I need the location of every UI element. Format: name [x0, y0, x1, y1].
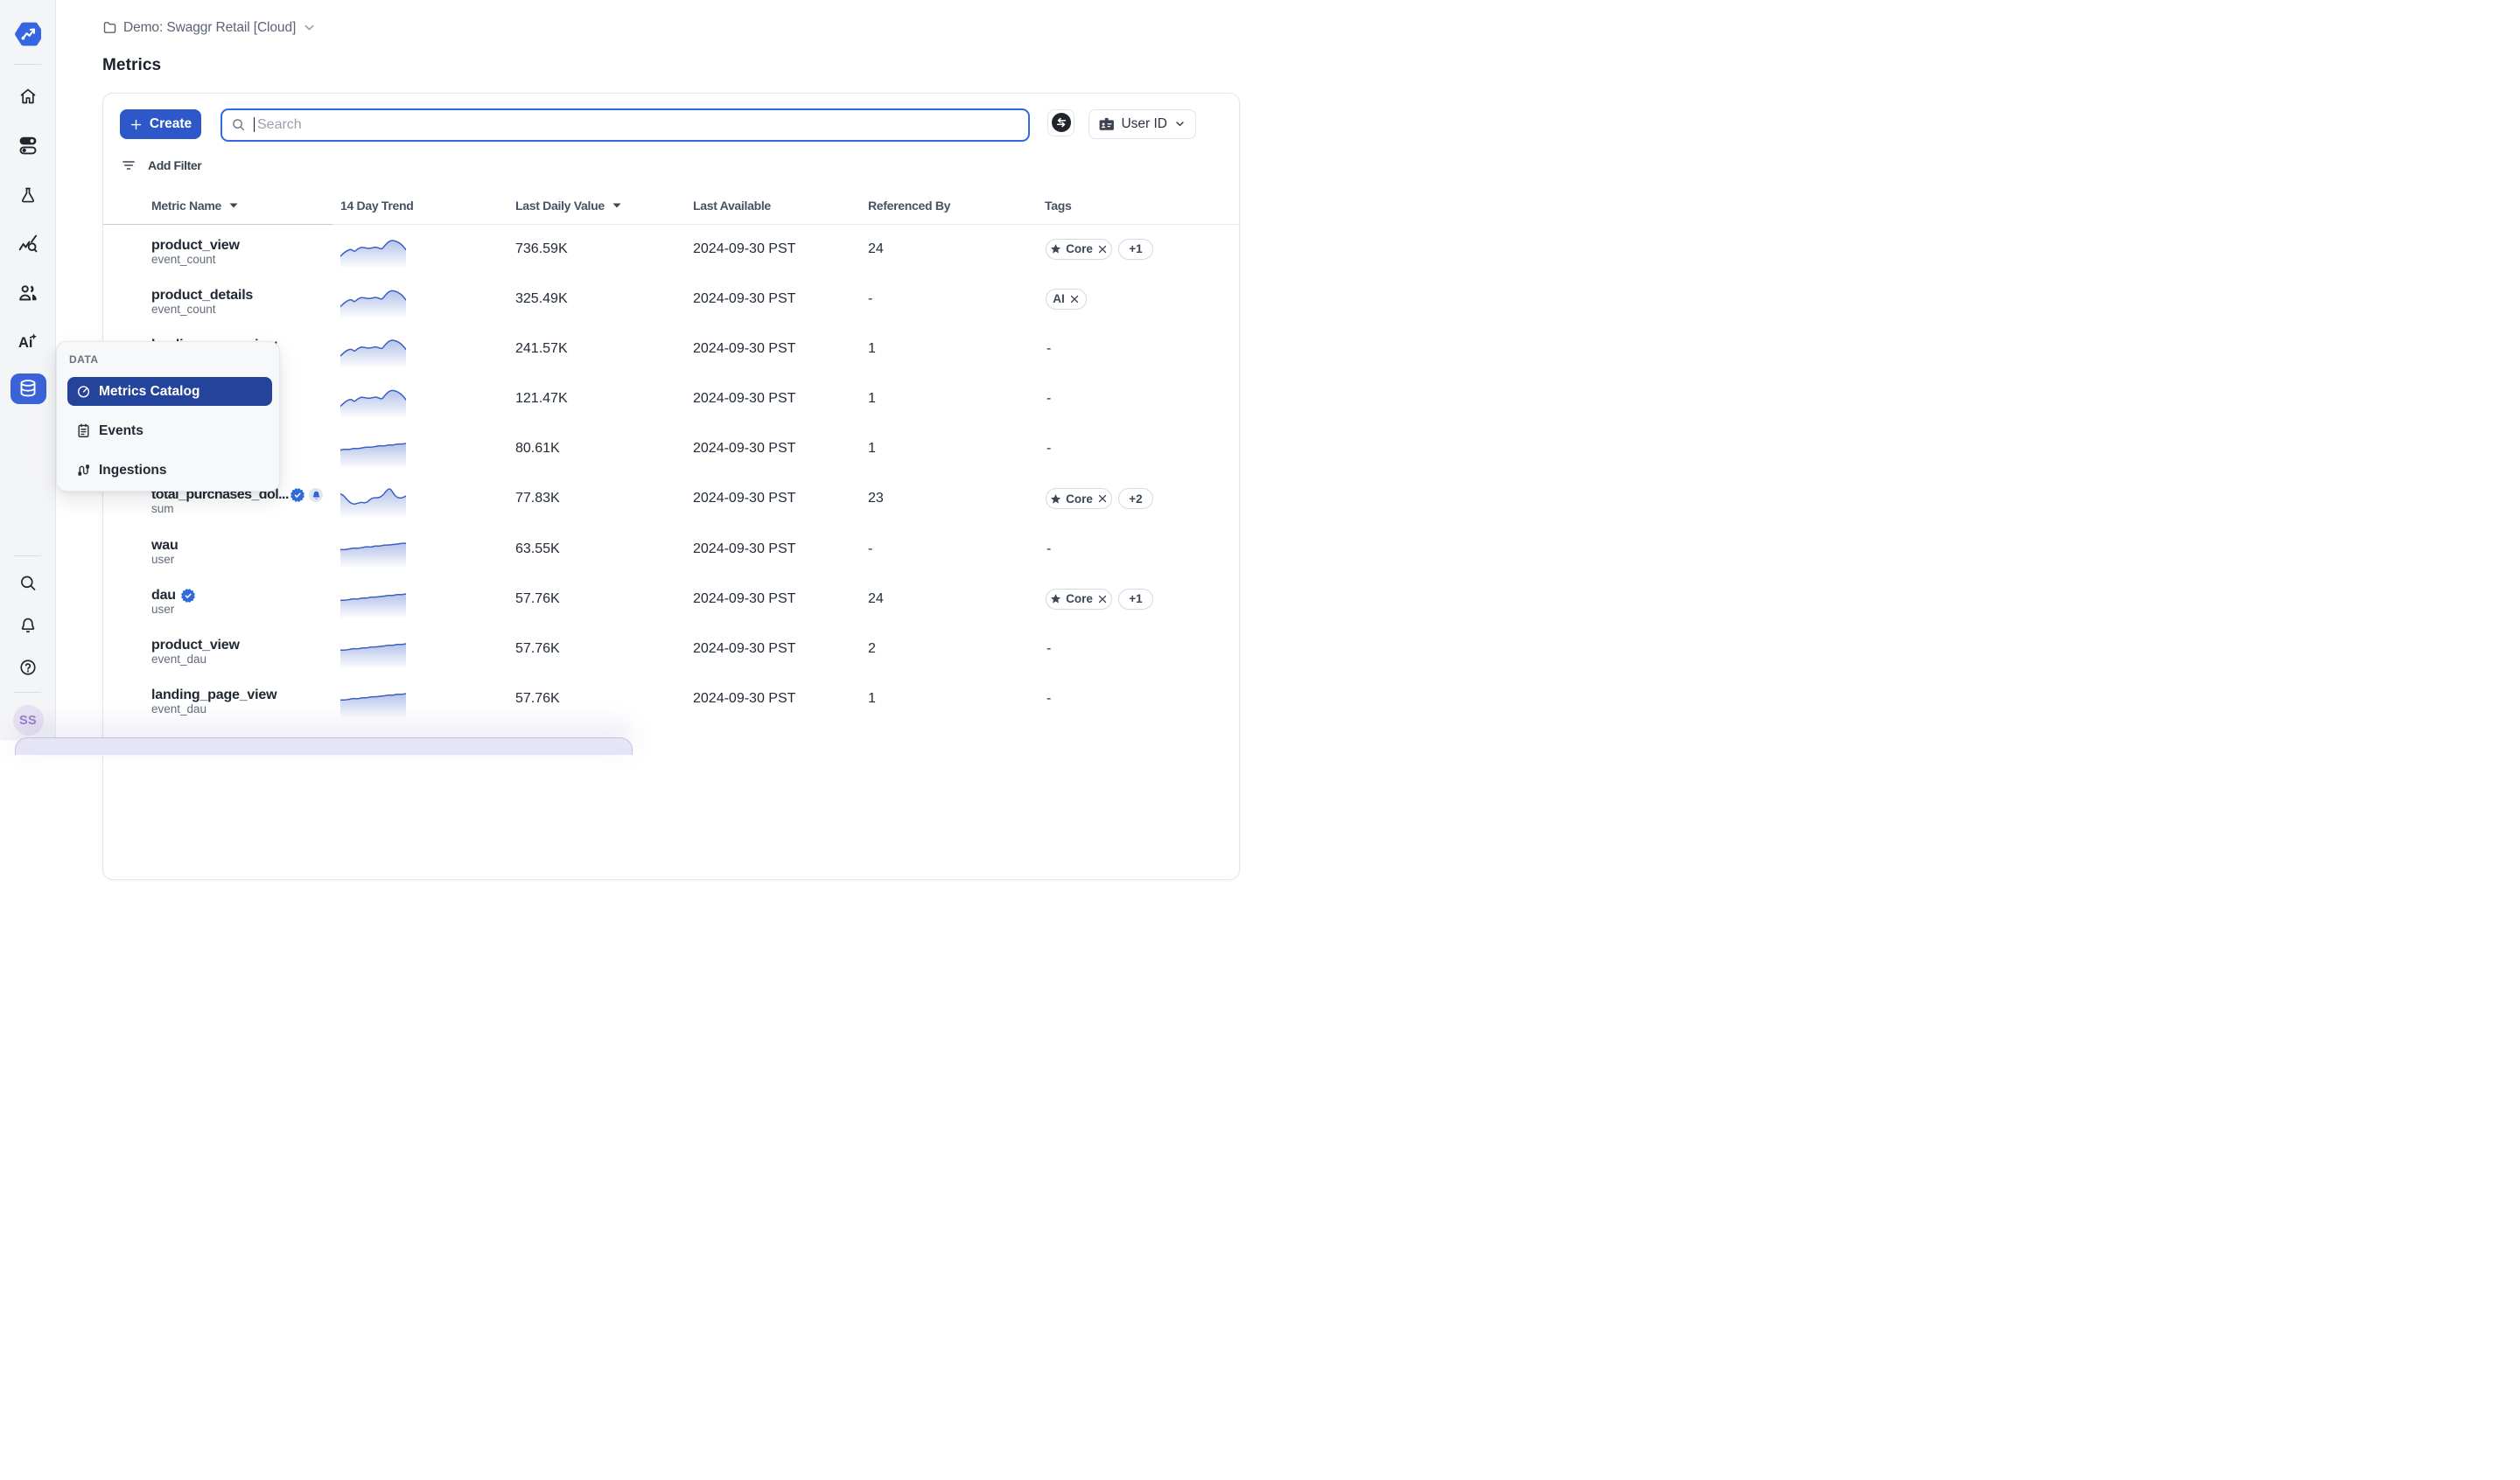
svg-text:Ai: Ai	[18, 335, 33, 351]
